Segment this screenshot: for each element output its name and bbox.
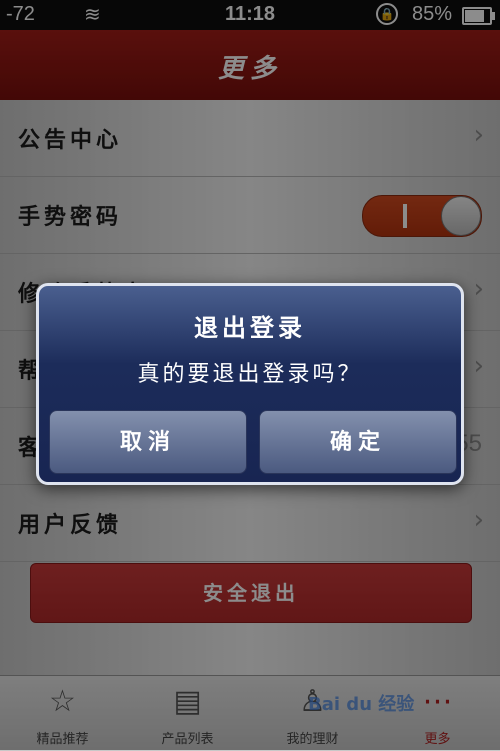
dialog-message: 真的要退出登录吗？ [137, 362, 363, 387]
cancel-button[interactable]: 取消 [49, 410, 247, 474]
dialog-title: 退出登录 [194, 313, 306, 342]
confirm-button[interactable]: 确定 [259, 410, 457, 474]
logout-confirm-dialog: 退出登录 真的要退出登录吗？ 取消 确定 [36, 283, 464, 485]
